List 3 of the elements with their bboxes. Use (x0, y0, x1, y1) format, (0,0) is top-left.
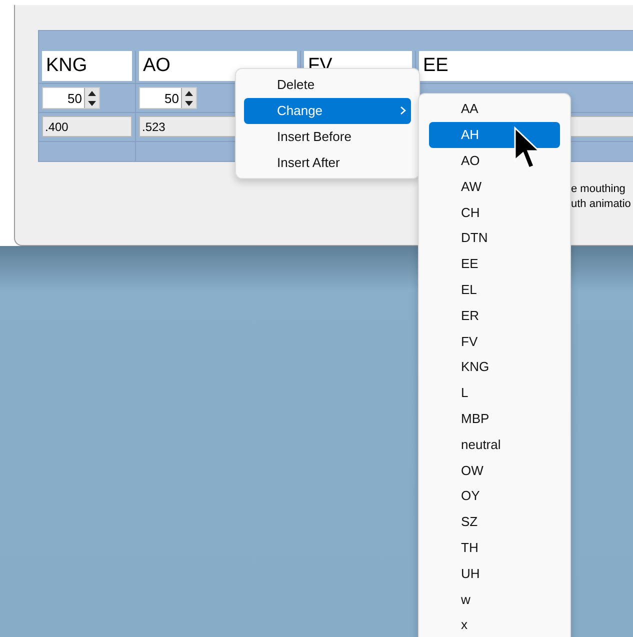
description-text: e mouthing (571, 182, 626, 197)
value-field: .400 (42, 116, 132, 137)
description-text: uth animatio (571, 197, 632, 212)
